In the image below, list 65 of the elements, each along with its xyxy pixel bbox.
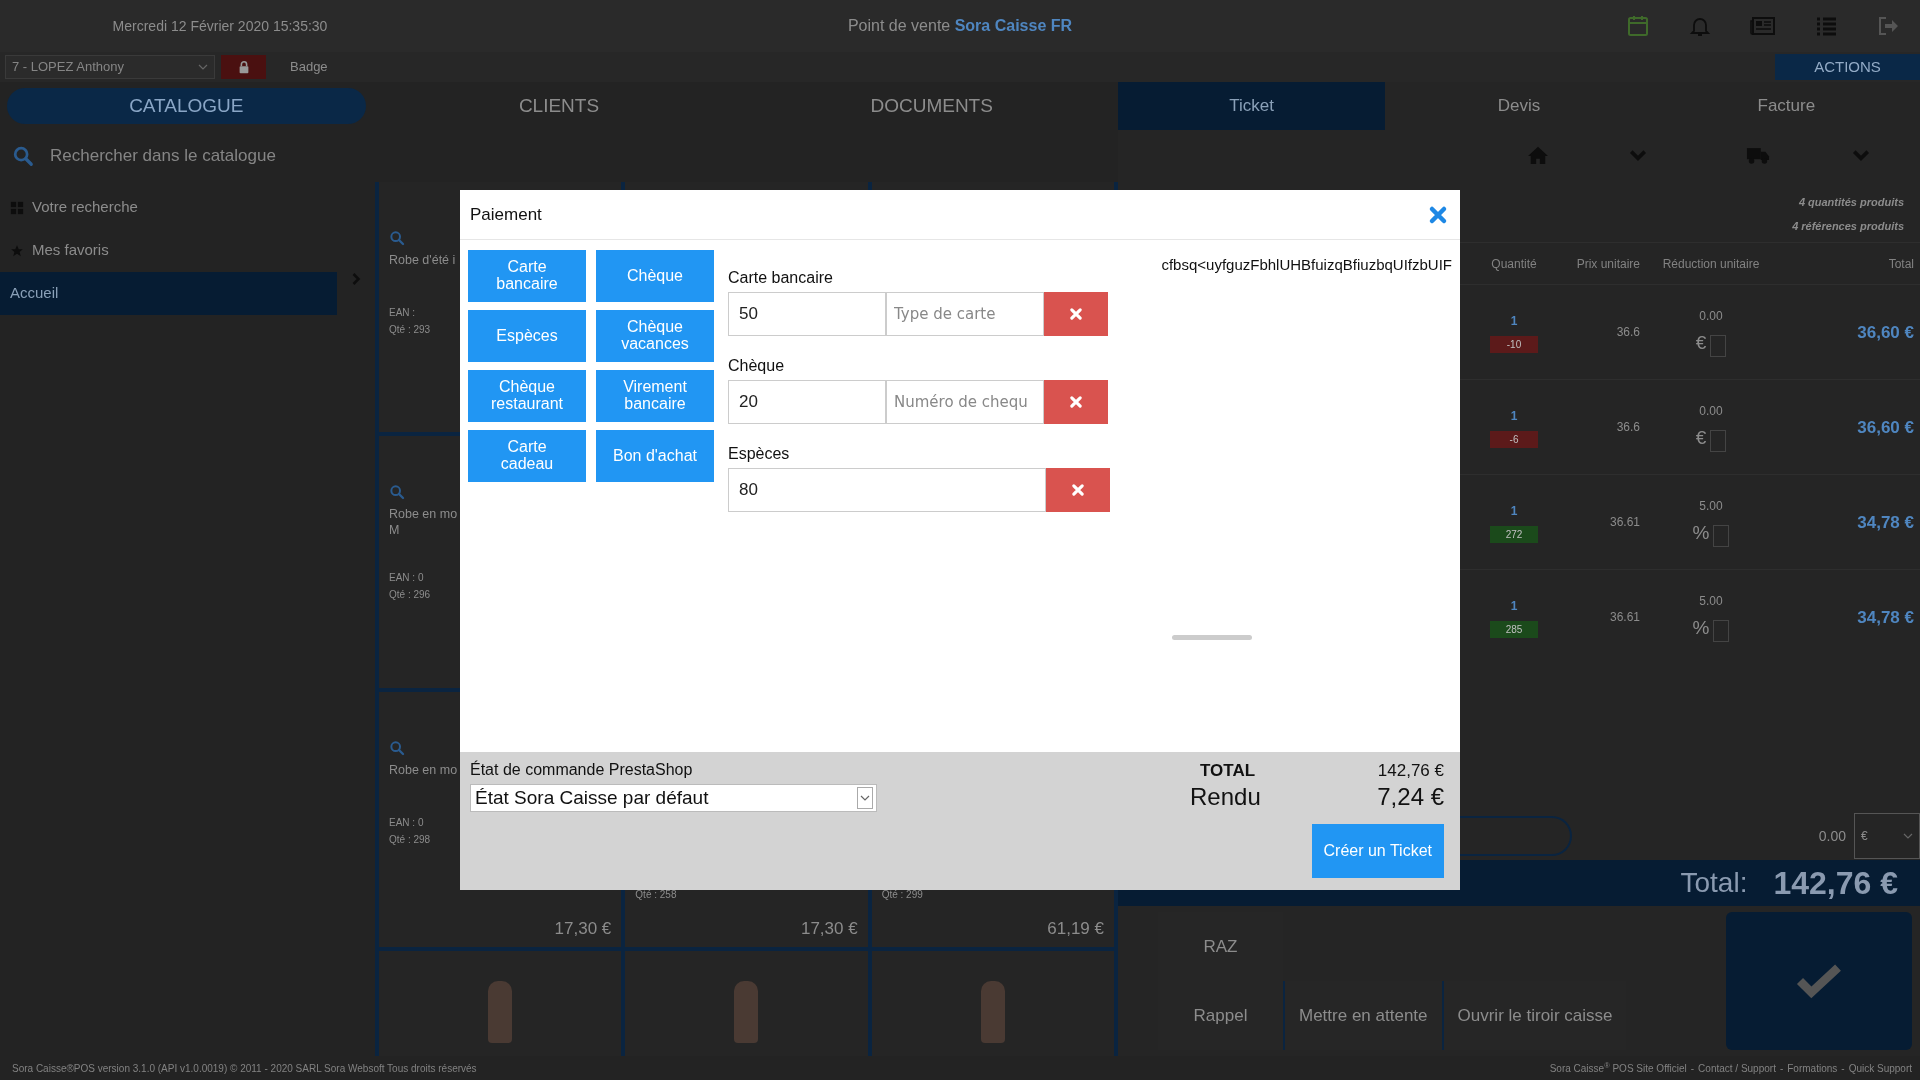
- total-label: TOTAL: [1200, 760, 1256, 782]
- product-count: 4 quantités produits: [1798, 195, 1904, 210]
- stock-quantity: Qté : 299: [881, 888, 923, 902]
- product-name: Robe d'été i: [389, 252, 456, 269]
- note-text: cfbsq<uyfguzFbhlUHBfuizqBfiuzbqUIfzbUIF: [1161, 255, 1452, 275]
- column-header: Réduction unitaire: [1661, 255, 1761, 273]
- reduction-value: 5.00: [1698, 593, 1724, 611]
- separator: -: [1841, 1061, 1845, 1076]
- quantity-value: 1: [1509, 597, 1519, 615]
- column-header: Prix unitaire: [1575, 255, 1641, 273]
- reduction-value: 0.00: [1698, 403, 1724, 421]
- ean-label: EAN :: [389, 306, 416, 321]
- stock-quantity: Qté : 296: [389, 587, 431, 602]
- date-time: Mercredi 12 Février 2020 15:35:30: [112, 17, 328, 34]
- total-amount: 142,76 €: [1773, 864, 1898, 903]
- change-label: Rendu: [1190, 783, 1261, 810]
- product-count: 4 références produits: [1792, 219, 1904, 235]
- line-total: 36,60 €: [1856, 321, 1915, 344]
- reduction-value: 5.00: [1698, 498, 1724, 516]
- stock-badge: -6: [1490, 430, 1538, 448]
- line-total: 34,78 €: [1856, 606, 1915, 629]
- stock-badge: 272: [1490, 525, 1538, 543]
- badge-label: Badge: [290, 58, 328, 77]
- line-total: 34,78 €: [1856, 511, 1915, 534]
- product-price: 17,30 €: [554, 917, 612, 940]
- ean-label: EAN : 0: [389, 570, 424, 585]
- total-amount: 142,76 €: [1377, 760, 1444, 782]
- total-label: Total:: [1680, 866, 1748, 900]
- line-total: 36,60 €: [1856, 416, 1915, 439]
- product-name: Robe en mo: [389, 762, 458, 779]
- payment-label: Carte bancaire: [728, 268, 834, 288]
- dialog-title: Paiement: [470, 203, 542, 226]
- quantity-value: 1: [1509, 407, 1519, 425]
- discount-value: 0.00: [1818, 826, 1846, 846]
- unit-price: 36.61: [1608, 514, 1641, 532]
- change-amount: 7,24 €: [1377, 783, 1444, 810]
- order-state-label: État de commande PrestaShop: [470, 761, 693, 778]
- copyright-text: Sora Caisse®POS version 3.1.0 (API v1.0.0019) © 2011 - 2020 SARL Sora Websoft Tous droits réservés: [12, 1061, 477, 1076]
- stock-badge: -10: [1490, 335, 1538, 353]
- reduction-unit: €: [1695, 332, 1707, 354]
- store-name: Sora Caisse FR: [954, 17, 1073, 34]
- stock-quantity: Qté : 258: [635, 888, 677, 902]
- reduction-unit: %: [1692, 522, 1710, 544]
- separator: -: [1690, 1061, 1695, 1076]
- quantity-value: 1: [1509, 502, 1519, 520]
- stock-quantity: Qté : 293: [389, 323, 431, 338]
- product-name: Robe en mo M: [389, 506, 458, 539]
- reduction-unit: €: [1695, 427, 1707, 449]
- payment-label: Chèque: [728, 356, 786, 376]
- reduction-unit: %: [1692, 617, 1710, 639]
- stock-quantity: Qté : 298: [389, 833, 431, 848]
- page-title: Point de vente: [847, 17, 952, 34]
- product-price: 61,19 €: [1047, 917, 1104, 940]
- unit-price: 36.6: [1615, 324, 1641, 342]
- ean-label: EAN : 0: [389, 816, 424, 831]
- product-price: 17,30 €: [800, 917, 858, 940]
- reduction-value: 0.00: [1698, 308, 1724, 326]
- column-header: Quantité: [1490, 255, 1538, 273]
- quantity-value: 1: [1509, 312, 1519, 330]
- stock-badge: 285: [1490, 620, 1538, 638]
- separator: -: [1779, 1061, 1784, 1076]
- unit-price: 36.61: [1608, 609, 1641, 627]
- payment-label: Espèces: [728, 444, 791, 464]
- column-header: Total: [1887, 255, 1915, 273]
- unit-price: 36.6: [1615, 419, 1641, 437]
